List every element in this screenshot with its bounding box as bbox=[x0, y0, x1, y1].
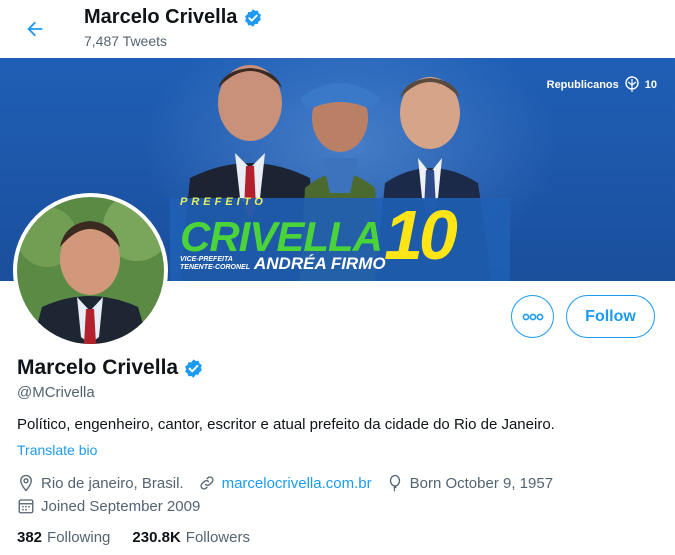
profile-header-bar: Marcelo Crivella 7,487 Tweets bbox=[0, 0, 675, 58]
joined-text: Joined September 2009 bbox=[41, 497, 201, 515]
followers-link[interactable]: 230.8K Followers bbox=[132, 529, 250, 546]
followers-count: 230.8K bbox=[132, 529, 181, 546]
website-item: marcelocrivella.com.br bbox=[198, 474, 372, 492]
translate-bio-link[interactable]: Translate bio bbox=[17, 442, 97, 458]
website-link[interactable]: marcelocrivella.com.br bbox=[222, 475, 372, 492]
birth-text: Born October 9, 1957 bbox=[409, 474, 554, 492]
promo-vice-name: ANDRÉA FIRMO bbox=[254, 254, 386, 273]
display-name: Marcelo Crivella bbox=[17, 356, 179, 379]
tree-logo-icon bbox=[623, 76, 641, 94]
more-horizontal-icon bbox=[522, 313, 544, 321]
profile-handle: @MCrivella bbox=[17, 384, 95, 401]
profile-meta: Rio de janeiro, Brasil. marcelocrivella.… bbox=[17, 474, 567, 492]
more-options-button[interactable] bbox=[511, 295, 554, 338]
following-label: Following bbox=[47, 529, 111, 546]
party-logo: Republicanos 10 bbox=[547, 76, 657, 94]
birth-item: Born October 9, 1957 bbox=[386, 474, 553, 492]
follow-button[interactable]: Follow bbox=[566, 295, 655, 338]
calendar-icon bbox=[17, 497, 35, 515]
promo-vice-small-2: TENENTE-CORONEL bbox=[180, 264, 250, 271]
verified-badge-icon bbox=[183, 358, 204, 379]
following-link[interactable]: 382 Following bbox=[17, 529, 110, 546]
party-label: Republicanos bbox=[546, 79, 619, 91]
link-icon bbox=[198, 474, 216, 492]
promo-name-row: CRIVELLA 10 bbox=[180, 200, 520, 270]
header-title: Marcelo Crivella bbox=[84, 6, 263, 29]
arrow-left-icon bbox=[24, 18, 46, 40]
promo-vice-small: VICE-PREFEITA TENENTE-CORONEL bbox=[180, 256, 250, 272]
following-count: 382 bbox=[17, 529, 43, 546]
follow-stats: 382 Following 230.8K Followers bbox=[17, 529, 250, 546]
location-pin-icon bbox=[17, 474, 35, 492]
location-text: Rio de janeiro, Brasil. bbox=[41, 474, 184, 492]
back-button[interactable] bbox=[18, 12, 52, 46]
campaign-promo: PREFEITO CRIVELLA 10 VICE-PREFEITA TENEN… bbox=[180, 196, 520, 273]
tweet-count: 7,487 Tweets bbox=[84, 33, 168, 49]
profile-name-row: Marcelo Crivella bbox=[17, 356, 204, 380]
joined-item: Joined September 2009 bbox=[17, 497, 200, 515]
verified-badge-icon bbox=[243, 8, 263, 28]
balloon-icon bbox=[386, 474, 404, 492]
promo-vice: VICE-PREFEITA TENENTE-CORONEL ANDRÉA FIR… bbox=[180, 254, 386, 274]
profile-bio: Político, engenheiro, cantor, escritor e… bbox=[17, 416, 555, 433]
promo-vice-small-1: VICE-PREFEITA bbox=[180, 256, 233, 263]
promo-number: 10 bbox=[384, 196, 458, 274]
header-name: Marcelo Crivella bbox=[84, 6, 238, 28]
avatar-photo bbox=[17, 197, 164, 344]
party-number: 10 bbox=[644, 79, 657, 91]
promo-name: CRIVELLA bbox=[180, 213, 383, 260]
location-item: Rio de janeiro, Brasil. bbox=[17, 474, 184, 492]
followers-label: Followers bbox=[185, 529, 250, 546]
avatar[interactable] bbox=[13, 193, 168, 348]
